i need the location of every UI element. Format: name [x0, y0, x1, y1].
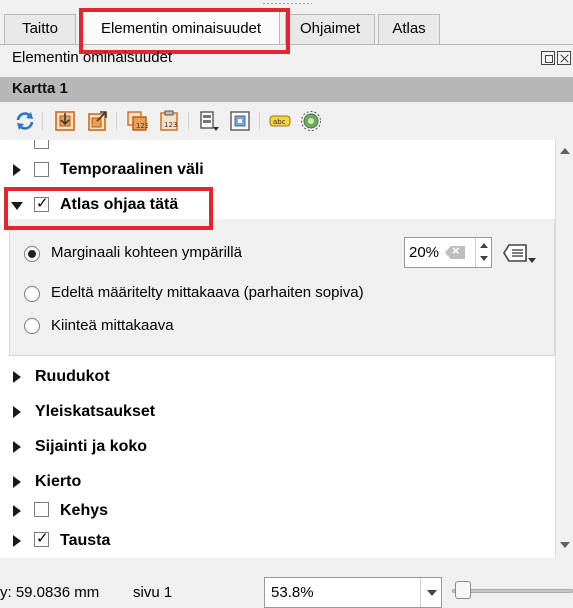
- float-window-icon[interactable]: [541, 51, 555, 65]
- zoom-combobox[interactable]: 53.8%: [264, 577, 442, 608]
- tab-layout[interactable]: Taitto: [4, 14, 76, 44]
- expand-arrow-icon[interactable]: [13, 535, 21, 547]
- tab-layout-label: Taitto: [22, 20, 58, 37]
- view-extent-in-canvas-icon[interactable]: [87, 110, 109, 132]
- tab-guides-label: Ohjaimet: [299, 20, 361, 37]
- predefined-scale-label: Edeltä määritelty mittakaava (parhaiten …: [51, 284, 364, 301]
- group-position-size[interactable]: Sijainti ja koko: [0, 432, 555, 462]
- expand-arrow-icon[interactable]: [13, 406, 21, 418]
- fixed-scale-label: Kiinteä mittakaava: [51, 317, 174, 334]
- y-coordinate: y: 59.0836 mm: [0, 584, 100, 601]
- data-defined-override-icon[interactable]: [500, 239, 538, 267]
- tab-atlas[interactable]: Atlas: [378, 14, 440, 44]
- group-rotation[interactable]: Kierto: [0, 467, 555, 497]
- scroll-down-icon[interactable]: [560, 542, 570, 548]
- expand-arrow-icon[interactable]: [13, 441, 21, 453]
- tab-baseline: [0, 44, 573, 45]
- item-title-bar: Kartta 1: [0, 77, 573, 102]
- toolbar-separator: [116, 112, 117, 130]
- label-settings-icon[interactable]: abc: [269, 110, 291, 132]
- position-size-label: Sijainti ja koko: [35, 438, 148, 455]
- copy-extent-icon[interactable]: 123: [126, 110, 148, 132]
- tab-bar: Taitto Elementin ominaisuudet Ohjaimet A…: [0, 0, 573, 46]
- checkbox[interactable]: [34, 140, 49, 149]
- background-checkbox[interactable]: ✓: [34, 529, 49, 547]
- spin-buttons[interactable]: [475, 238, 492, 267]
- collapse-arrow-icon[interactable]: [11, 202, 23, 210]
- svg-text:123: 123: [136, 122, 148, 130]
- toolbar-separator: [188, 112, 189, 130]
- frame-checkbox[interactable]: [34, 502, 49, 517]
- expand-arrow-icon[interactable]: [13, 476, 21, 488]
- atlas-label: Atlas ohjaa tätä: [60, 196, 179, 213]
- radio-predefined-scale[interactable]: [24, 286, 40, 302]
- group-grids[interactable]: Ruudukot: [0, 362, 555, 392]
- item-properties-panel: Temporaalinen väli ✓ Atlas ohjaa tätä Ma…: [0, 140, 555, 558]
- zoom-value: 53.8%: [271, 584, 314, 601]
- checkmark-icon: ✓: [36, 529, 49, 547]
- map-toolbar: 123 123 abc: [0, 102, 573, 140]
- clear-icon[interactable]: [445, 246, 465, 259]
- svg-text:123: 123: [164, 121, 177, 129]
- dock-grip[interactable]: [262, 2, 312, 5]
- close-icon[interactable]: [557, 51, 571, 65]
- refresh-icon[interactable]: [14, 110, 36, 132]
- expand-arrow-icon[interactable]: [13, 164, 21, 176]
- tab-item-properties-label: Elementin ominaisuudet: [100, 20, 262, 37]
- margin-option-label: Marginaali kohteen ympärillä: [51, 244, 242, 261]
- toolbar-separator: [42, 112, 43, 130]
- radio-fixed-scale[interactable]: [24, 318, 40, 334]
- background-label: Tausta: [60, 532, 111, 549]
- chevron-down-icon[interactable]: [420, 578, 442, 607]
- group-temporal[interactable]: Temporaalinen väli: [0, 155, 555, 185]
- expand-arrow-icon[interactable]: [13, 505, 21, 517]
- margin-spinbox[interactable]: 20%: [404, 237, 492, 268]
- temporal-label: Temporaalinen väli: [60, 161, 204, 178]
- scroll-up-icon[interactable]: [560, 148, 570, 154]
- item-title: Kartta 1: [12, 80, 68, 97]
- svg-text:abc: abc: [273, 118, 286, 126]
- spin-up-icon[interactable]: [480, 243, 488, 248]
- expand-arrow-icon[interactable]: [13, 371, 21, 383]
- paste-extent-icon[interactable]: 123: [158, 110, 180, 132]
- dock-title: Elementin ominaisuudet: [12, 49, 173, 66]
- group-atlas[interactable]: ✓ Atlas ohjaa tätä: [0, 190, 555, 220]
- tab-atlas-label: Atlas: [392, 20, 426, 37]
- panel-scrollbar[interactable]: [555, 140, 573, 558]
- toolbar-separator: [259, 112, 260, 130]
- group-background[interactable]: ✓ Tausta: [0, 526, 555, 556]
- map-themes-icon[interactable]: [198, 110, 220, 132]
- set-extent-to-map-canvas-icon[interactable]: [54, 110, 76, 132]
- bookmark-icon[interactable]: [300, 110, 322, 132]
- clipped-group-row: [0, 140, 555, 156]
- margin-value: 20%: [409, 244, 440, 261]
- temporal-checkbox[interactable]: [34, 162, 49, 177]
- grids-label: Ruudukot: [35, 368, 110, 385]
- group-frame[interactable]: Kehys: [0, 496, 555, 526]
- lock-layers-icon[interactable]: [229, 110, 251, 132]
- rotation-label: Kierto: [35, 473, 82, 490]
- atlas-checkbox[interactable]: ✓: [34, 194, 49, 212]
- radio-margin[interactable]: [24, 246, 40, 262]
- group-overviews[interactable]: Yleiskatsaukset: [0, 397, 555, 427]
- zoom-slider-handle[interactable]: [455, 581, 471, 599]
- tab-guides[interactable]: Ohjaimet: [285, 14, 375, 44]
- overviews-label: Yleiskatsaukset: [35, 403, 156, 420]
- page-indicator: sivu 1: [133, 584, 173, 601]
- spin-down-icon[interactable]: [480, 256, 488, 261]
- frame-label: Kehys: [60, 502, 109, 519]
- tab-item-properties[interactable]: Elementin ominaisuudet: [82, 11, 280, 45]
- checkmark-icon: ✓: [36, 194, 49, 212]
